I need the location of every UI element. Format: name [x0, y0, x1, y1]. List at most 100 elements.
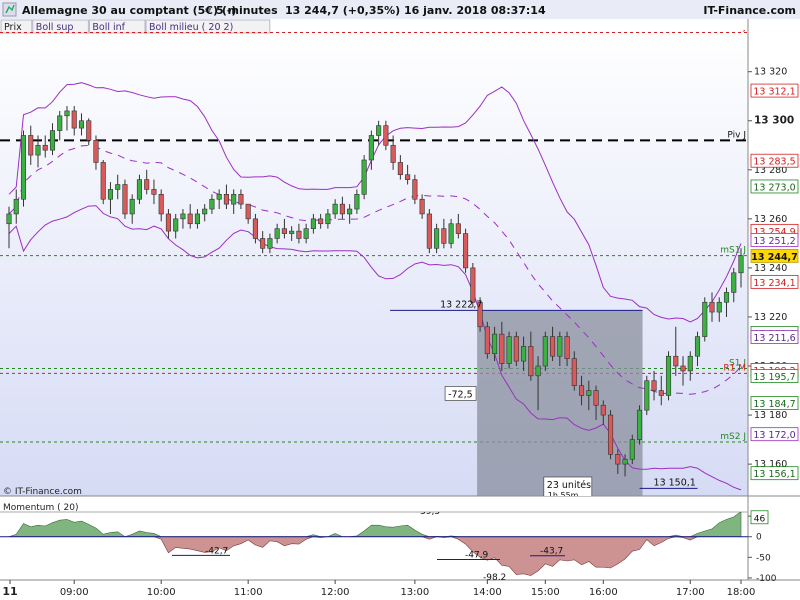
x-tick-label: 17:00 — [676, 587, 705, 598]
candle-body — [636, 409, 643, 440]
annotation-label: 23 unités — [547, 480, 591, 491]
momentum-value-label: 46 — [754, 514, 766, 524]
candle-body — [441, 228, 447, 244]
candle-body — [455, 223, 461, 234]
candle-body — [78, 120, 85, 129]
candle-body — [49, 130, 56, 151]
candle-body — [390, 144, 396, 163]
price-label: 13 312,1 — [753, 87, 795, 98]
candle-body — [281, 228, 287, 234]
candle-body — [586, 390, 592, 396]
price-label: 13 273,0 — [753, 182, 795, 193]
header-title: Allemagne 30 au comptant (5€) (-) — [22, 4, 236, 17]
candle-body — [673, 355, 679, 367]
candle-body — [136, 179, 143, 200]
y-tick-label: 13 300 — [754, 115, 794, 127]
candle-body — [35, 144, 41, 156]
candle-body — [260, 238, 266, 249]
level-tag: mS2 J — [720, 432, 746, 442]
level-tag: R1 M — [723, 363, 746, 373]
candle-body — [600, 404, 606, 416]
header-period: 5 minutes — [216, 4, 278, 17]
candle-body — [644, 380, 650, 411]
candle-body — [202, 208, 208, 215]
candle-body — [71, 110, 77, 129]
candle-body — [687, 355, 693, 372]
annotation-label: 13 222,7 — [440, 299, 482, 310]
candle-body — [194, 213, 200, 225]
candle-body — [209, 198, 215, 210]
momentum-label: Momentum ( 20) — [3, 503, 78, 513]
candle-body — [542, 336, 548, 367]
candle-body — [383, 125, 389, 146]
tab-label[interactable]: Prix — [4, 22, 22, 33]
annotation-label: 13 150,1 — [654, 477, 696, 488]
candle-body — [622, 458, 628, 465]
candle-body — [629, 439, 635, 460]
candle-body — [122, 184, 128, 215]
x-tick-label: 11 — [2, 585, 17, 598]
momentum-annotation: 39,5 — [420, 507, 440, 517]
candle-body — [557, 336, 563, 357]
candle-body — [274, 228, 280, 239]
price-label: 13 234,1 — [753, 278, 795, 289]
header-price: 13 244,7 (+0,35%) — [285, 4, 400, 17]
momentum-tick-label: -50 — [756, 553, 771, 563]
x-tick-label: 14:00 — [473, 587, 502, 598]
candle-body — [694, 336, 701, 357]
candle-body — [607, 414, 614, 455]
candle-body — [354, 194, 360, 210]
settings-icon[interactable] — [2, 2, 17, 17]
y-tick-label: 13 240 — [754, 263, 787, 274]
momentum-annotation: -43,7 — [540, 547, 563, 557]
x-tick-label: 12:00 — [321, 587, 350, 598]
price-label: 13 283,5 — [753, 157, 795, 168]
watermark: © IT-Finance.com — [3, 487, 82, 497]
annotation-label: 1h 55m — [548, 491, 579, 500]
candle-body — [615, 454, 621, 465]
candle-body — [245, 203, 251, 220]
x-tick-label: 10:00 — [147, 587, 176, 598]
momentum-tick-label: -100 — [756, 574, 777, 584]
momentum-tick-label: 0 — [756, 533, 762, 543]
header-brand: IT-Finance.com — [703, 4, 796, 17]
x-tick-label: 18:00 — [727, 587, 756, 598]
candle-body — [296, 230, 302, 239]
tab-label[interactable]: Boll inf — [92, 22, 125, 33]
candle-body — [405, 174, 411, 180]
y-tick-label: 13 260 — [754, 214, 787, 225]
candle-body — [64, 110, 70, 117]
x-tick-label: 11:00 — [234, 587, 263, 598]
candle-body — [550, 336, 556, 357]
tab-label[interactable]: Boll sup — [36, 22, 74, 33]
price-label: 13 251,2 — [753, 236, 795, 247]
level-tag: Piv J — [727, 130, 746, 140]
candle-body — [702, 301, 708, 337]
candle-body — [57, 115, 63, 131]
candle-body — [332, 203, 338, 215]
candle-body — [593, 390, 599, 406]
candle-body — [325, 213, 331, 225]
candle-body — [412, 179, 418, 200]
candle-body — [731, 272, 737, 293]
level-tag: mR1 J — [720, 22, 746, 32]
candle-body — [651, 380, 657, 391]
candle-body — [187, 213, 193, 225]
candle-body — [115, 184, 121, 190]
candlestick-chart: Allemagne 30 au comptant (5€) (-) 5 minu… — [0, 0, 800, 600]
candle-body — [310, 218, 316, 229]
candle-body — [100, 162, 106, 200]
candle-body — [484, 326, 490, 355]
candle-body — [151, 189, 157, 195]
y-tick-label: 13 180 — [754, 410, 787, 421]
candle-body — [6, 213, 12, 225]
candle-body — [368, 135, 374, 161]
candle-body — [448, 223, 454, 244]
tab-label[interactable]: Boll milieu ( 20 2) — [149, 22, 233, 33]
candle-body — [267, 238, 273, 249]
candle-body — [13, 198, 19, 215]
price-label: 13 184,7 — [753, 399, 795, 410]
candle-body — [463, 233, 469, 269]
price-label: 13 195,7 — [753, 372, 795, 383]
candle-body — [506, 336, 512, 364]
